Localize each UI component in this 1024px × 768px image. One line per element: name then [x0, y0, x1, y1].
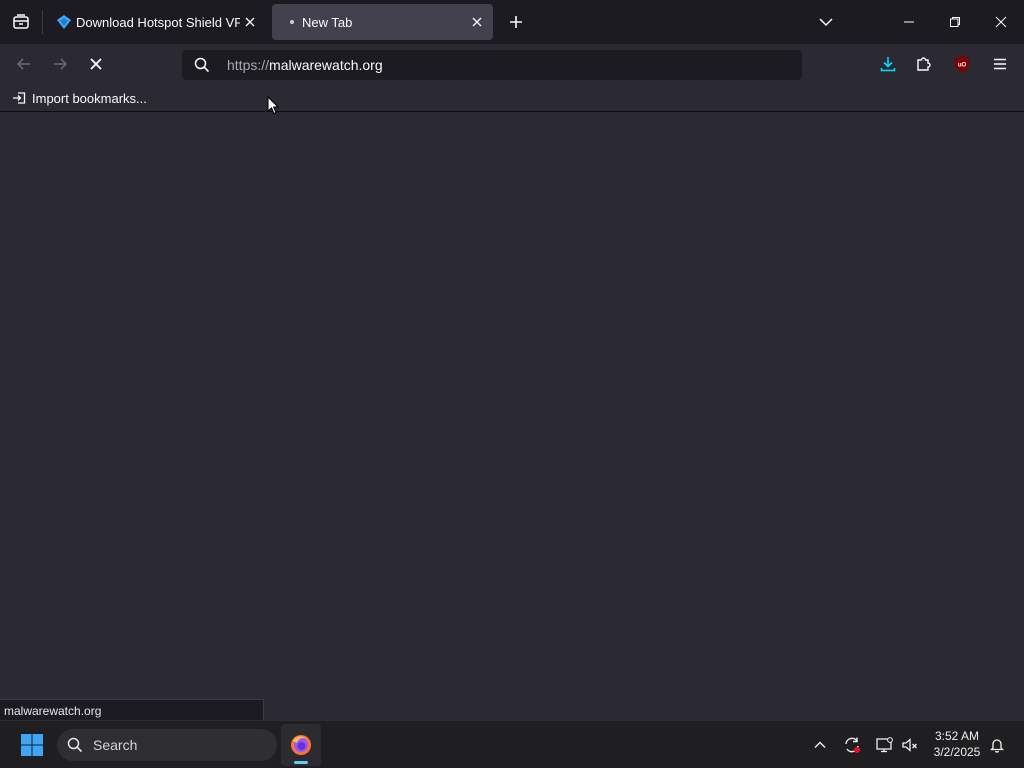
hotspot-shield-icon — [56, 14, 72, 30]
puzzle-icon[interactable] — [908, 48, 940, 80]
url-scheme: https:// — [227, 57, 270, 73]
running-indicator — [294, 761, 308, 764]
url-host: malwarewatch.org — [269, 57, 383, 73]
loading-dot-icon — [290, 20, 294, 24]
stop-icon[interactable] — [80, 48, 112, 80]
close-icon[interactable] — [242, 14, 258, 30]
tab-hotspot-shield[interactable]: Download Hotspot Shield VPN — [48, 4, 266, 40]
chevron-up-icon[interactable] — [806, 729, 834, 761]
import-bookmarks-label: Import bookmarks... — [32, 90, 147, 106]
search-icon — [194, 57, 210, 73]
taskbar-search-box[interactable]: Search — [57, 729, 277, 761]
mouse-cursor-icon — [267, 96, 279, 115]
ublock-origin-icon[interactable]: uO — [946, 48, 978, 80]
address-bar[interactable]: https://malwarewatch.org — [182, 50, 802, 80]
svg-text:uO: uO — [958, 63, 967, 69]
download-icon[interactable] — [872, 48, 904, 80]
url-text[interactable]: https://malwarewatch.org — [227, 57, 383, 73]
clock-date: 3/2/2025 — [933, 745, 981, 759]
bookmarks-toolbar: Import bookmarks... — [0, 84, 1024, 112]
sync-icon[interactable] — [838, 729, 866, 761]
close-icon[interactable] — [469, 14, 485, 30]
search-icon — [67, 737, 83, 753]
tab-strip: Download Hotspot Shield VPN New Tab — [0, 0, 1024, 44]
windows-taskbar: Search 3:52 AM 3/2/2025 — [0, 720, 1024, 768]
volume-muted-icon[interactable] — [896, 729, 924, 761]
window-close-icon[interactable] — [978, 0, 1024, 44]
windows-start-icon[interactable] — [12, 725, 52, 765]
clock-time: 3:52 AM — [934, 729, 980, 743]
tab-title: New Tab — [302, 15, 353, 30]
network-icon[interactable] — [870, 729, 898, 761]
forward-arrow-icon[interactable] — [44, 48, 76, 80]
firefox-icon[interactable] — [281, 724, 321, 766]
minimize-icon[interactable] — [886, 0, 932, 44]
back-arrow-icon[interactable] — [8, 48, 40, 80]
chevron-down-icon[interactable] — [812, 8, 840, 36]
tab-list-icon[interactable] — [0, 0, 42, 44]
taskbar-search-label: Search — [93, 737, 138, 753]
plus-icon[interactable] — [502, 8, 530, 36]
restore-icon[interactable] — [932, 0, 978, 44]
page-content[interactable] — [0, 113, 1024, 720]
import-icon — [12, 91, 26, 105]
taskbar-clock[interactable]: 3:52 AM 3/2/2025 — [926, 728, 988, 760]
hamburger-menu-icon[interactable] — [984, 48, 1016, 80]
navigation-toolbar: https://malwarewatch.org uO — [0, 44, 1024, 84]
import-bookmarks-button[interactable]: Import bookmarks... — [8, 88, 151, 108]
tab-title: Download Hotspot Shield VPN — [76, 15, 240, 30]
tab-separator — [42, 10, 43, 34]
tab-new-tab[interactable]: New Tab — [272, 4, 493, 40]
status-panel: malwarewatch.org — [0, 699, 264, 721]
bell-icon[interactable] — [984, 729, 1010, 761]
